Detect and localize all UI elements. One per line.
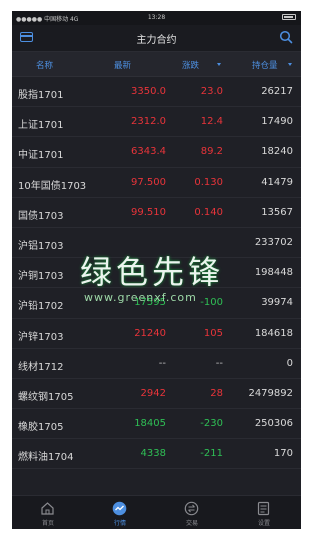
instrument-name: 上证1701 <box>18 120 64 132</box>
table-row[interactable]: 中证1701 6343.4 89.2 18240 <box>12 137 301 168</box>
tab-trade-label: 交易 <box>185 520 198 527</box>
open-interest: 39974 <box>261 297 293 309</box>
table-row[interactable]: 股指1701 3350.0 23.0 26217 <box>12 77 301 108</box>
home-icon <box>41 502 54 515</box>
open-interest: 184618 <box>254 327 293 339</box>
search-icon[interactable] <box>279 30 293 44</box>
price-change: 12.4 <box>200 116 223 128</box>
sort-arrow-icon <box>288 63 292 66</box>
instrument-name: 沪铅1702 <box>18 301 64 313</box>
open-interest: 170 <box>273 448 293 460</box>
price-change: -- <box>215 357 223 369</box>
column-last[interactable]: 最新 <box>114 59 131 71</box>
quote-list: 股指1701 3350.0 23.0 26217 上证1701 2312.0 12.4 174… <box>12 77 301 470</box>
table-row[interactable]: 沪铝1703 233702 <box>12 228 301 259</box>
open-interest: 233702 <box>254 236 293 248</box>
nav-bar: 主力合约 <box>12 25 301 52</box>
instrument-name: 10年国债1703 <box>18 180 87 192</box>
tab-settings-label: 设置 <box>257 520 270 527</box>
price-change: 0.140 <box>194 206 223 218</box>
column-change[interactable]: 涨跌 <box>182 59 199 71</box>
price-change: 28 <box>210 387 223 399</box>
table-row[interactable]: 线材1712 -- -- 0 <box>12 349 301 379</box>
last-price: 4338 <box>140 448 166 460</box>
clock: 13:28 <box>147 14 166 21</box>
column-open-interest[interactable]: 持仓量 <box>252 59 278 71</box>
price-change: -211 <box>200 448 223 460</box>
instrument-name: 燃料油1704 <box>18 452 74 464</box>
last-price: 97.500 <box>131 176 166 188</box>
status-bar: ●●●●● 中国移动 4G 13:28 <box>12 11 301 25</box>
tab-trade[interactable]: 交易 <box>156 496 228 529</box>
tab-settings[interactable]: 设置 <box>228 496 300 529</box>
last-price: 3350.0 <box>131 86 166 97</box>
price-change: -100 <box>200 297 223 309</box>
table-row[interactable]: 国债1703 99.510 0.140 13567 <box>12 198 301 228</box>
open-interest: 41479 <box>261 176 293 188</box>
column-name[interactable]: 名称 <box>36 59 53 71</box>
price-change: 23.0 <box>200 86 223 97</box>
tab-market[interactable]: 行情 <box>84 496 156 529</box>
last-price: 99.510 <box>131 206 166 218</box>
last-price: 18405 <box>134 418 166 430</box>
table-row[interactable]: 橡胶1705 18405 -230 250306 <box>12 409 301 440</box>
price-change: 105 <box>203 327 223 339</box>
last-price: 2312.0 <box>131 116 166 128</box>
instrument-name: 线材1712 <box>18 361 64 373</box>
page-title: 主力合约 <box>136 35 177 46</box>
open-interest: 198448 <box>254 267 293 279</box>
table-row[interactable]: 10年国债1703 97.500 0.130 41479 <box>12 168 301 198</box>
price-change: 89.2 <box>200 146 223 158</box>
instrument-name: 橡胶1705 <box>18 422 64 434</box>
table-row[interactable]: 燃料油1704 4338 -211 170 <box>12 439 301 470</box>
open-interest: 0 <box>286 357 293 369</box>
instrument-name: 沪锌1703 <box>18 331 64 343</box>
open-interest: 26217 <box>261 86 293 97</box>
tab-bar: 首页 行情 交易 设置 <box>12 495 301 529</box>
tab-home[interactable]: 首页 <box>12 496 84 529</box>
app-screen: ●●●●● 中国移动 4G 13:28 主力合约 名称 最新 涨跌 持仓量 股指… <box>12 11 301 529</box>
instrument-name: 沪铝1703 <box>18 240 64 252</box>
open-interest: 13567 <box>261 206 293 218</box>
open-interest: 2479892 <box>248 387 293 399</box>
price-change: -230 <box>200 418 223 430</box>
instrument-name: 螺纹钢1705 <box>18 391 74 403</box>
open-interest: 17490 <box>261 116 293 128</box>
instrument-name: 中证1701 <box>18 150 64 162</box>
trade-icon <box>184 501 199 516</box>
instrument-name: 股指1701 <box>18 90 64 101</box>
battery-icon <box>282 14 296 20</box>
sort-arrow-icon <box>217 63 221 66</box>
market-icon <box>112 501 127 516</box>
table-row[interactable]: 沪铅1702 17595 -100 39974 <box>12 288 301 319</box>
tab-market-label: 行情 <box>113 520 126 527</box>
column-header: 名称 最新 涨跌 持仓量 <box>12 52 301 77</box>
table-row[interactable]: 沪铜1703 198448 <box>12 258 301 289</box>
last-price: -- <box>158 357 166 369</box>
table-row[interactable]: 沪锌1703 21240 105 184618 <box>12 319 301 349</box>
table-row[interactable]: 螺纹钢1705 2942 28 2479892 <box>12 379 301 410</box>
open-interest: 250306 <box>254 418 293 430</box>
settings-icon <box>257 501 270 516</box>
instrument-name: 沪铜1703 <box>18 271 64 283</box>
price-change: 0.130 <box>194 176 223 188</box>
instrument-name: 国债1703 <box>18 210 64 222</box>
last-price: 21240 <box>134 327 166 339</box>
table-row[interactable]: 上证1701 2312.0 12.4 17490 <box>12 107 301 138</box>
last-price: 6343.4 <box>131 146 166 158</box>
tab-home-label: 首页 <box>41 520 54 527</box>
last-price: 2942 <box>140 387 166 399</box>
open-interest: 18240 <box>261 146 293 158</box>
last-price: 17595 <box>134 297 166 309</box>
